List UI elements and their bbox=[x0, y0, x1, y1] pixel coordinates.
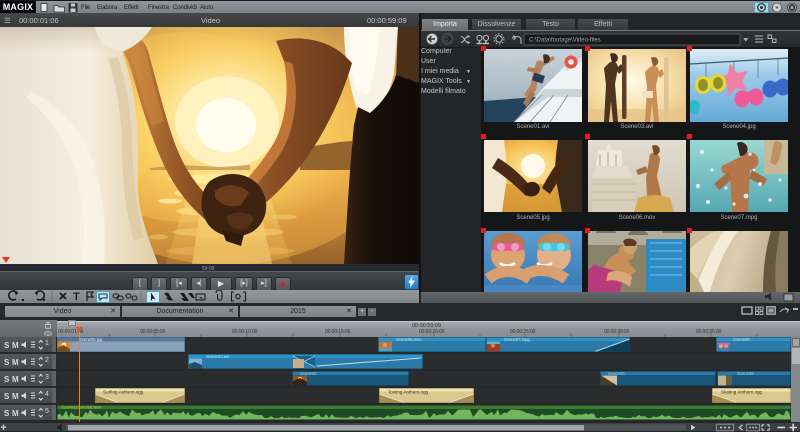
svg-text:Scene03.avi: Scene03.avi bbox=[206, 354, 229, 359]
svg-text:Surfing Anthem.ogg: Surfing Anthem.ogg bbox=[103, 390, 144, 395]
svg-text:C:\Data\footage\Video-files: C:\Data\footage\Video-files bbox=[529, 37, 601, 43]
svg-text:Opening Sunrise.wav: Opening Sunrise.wav bbox=[61, 405, 102, 410]
svg-text:Scene08: Scene08 bbox=[737, 371, 754, 376]
svg-text:T: T bbox=[73, 291, 80, 303]
svg-text:Skating Anthem.ogg: Skating Anthem.ogg bbox=[721, 390, 763, 395]
svg-text:Scene06: Scene06 bbox=[608, 371, 625, 376]
svg-text:Scene06.mov: Scene06.mov bbox=[396, 337, 423, 342]
svg-text:Scene05: Scene05 bbox=[300, 371, 317, 376]
svg-text:Scene05.jpg: Scene05.jpg bbox=[79, 337, 103, 342]
svg-text:Scene08: Scene08 bbox=[733, 337, 750, 342]
svg-text:Towing Anthem.ogg: Towing Anthem.ogg bbox=[388, 390, 429, 395]
svg-text:Scene07.mpg: Scene07.mpg bbox=[504, 337, 531, 342]
